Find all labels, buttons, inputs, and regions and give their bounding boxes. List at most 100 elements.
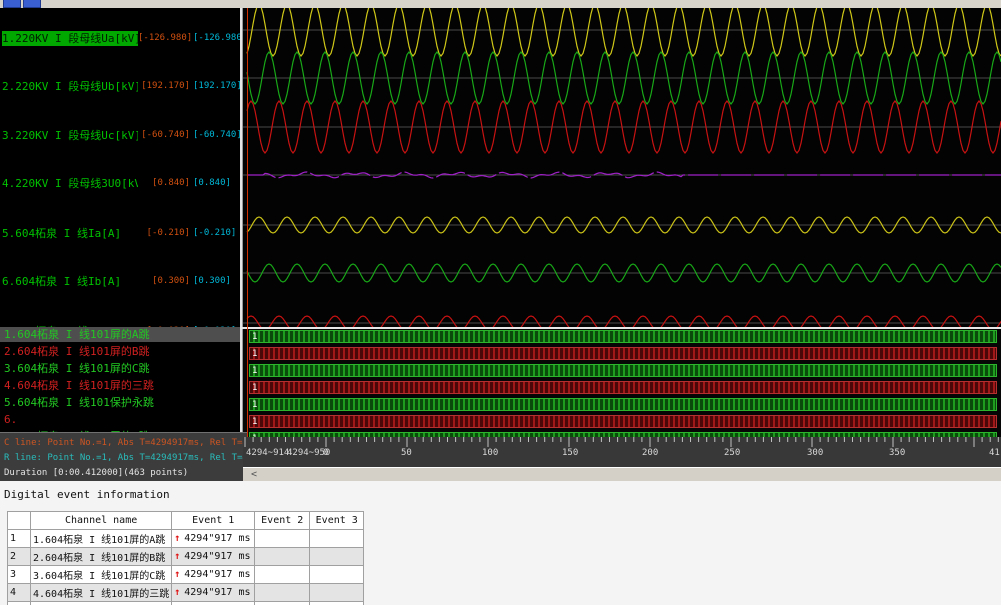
analog-channel-label: 1.220KV I 段母线Ua[kV] (2, 31, 138, 46)
ruler-time-label: 41 (989, 448, 1000, 458)
event-cell (255, 566, 310, 584)
event-cell: 3.604柘泉 I 线101屏的C跳 (31, 566, 172, 584)
digital-channel-label[interactable]: 2.604柘泉 I 线101屏的B跳 (0, 344, 240, 359)
cursor-value: [-60.740] (138, 128, 190, 143)
event-cell: 1 (8, 530, 31, 548)
digital-trace-bar: 1 (249, 415, 997, 428)
r-line-status: R line: Point No.=1, Abs T=4294917ms, Re… (4, 451, 247, 466)
event-cell (310, 566, 364, 584)
cursor-line[interactable] (247, 8, 248, 437)
analog-channel-row[interactable]: 1.220KV I 段母线Ua[kV][-126.980][-126.980] (0, 31, 240, 46)
rising-edge-arrow-icon: ↑ (174, 533, 180, 544)
digital-trace-bar: 1 (249, 364, 997, 377)
analog-waveforms (243, 8, 1001, 327)
analog-waveform-panel[interactable] (243, 8, 1001, 327)
analog-channel-row[interactable]: 5.604柘泉 I 线Ia[A][-0.210][-0.210] (0, 226, 240, 241)
toolbar-document-icon-2[interactable] (23, 0, 41, 8)
event-cell: 2 (8, 548, 31, 566)
time-ruler: 4294~9144294~95005010015020025030035041 (243, 437, 1001, 467)
event-cell (255, 548, 310, 566)
event-cell (310, 584, 364, 602)
event-table-row[interactable]: 55.604柘泉 I 线101保护永跳↑4294"917 ms (8, 602, 364, 605)
event-table: Channel nameEvent 1Event 2Event 3 11.604… (7, 511, 364, 605)
ruler-time-label: 0 (323, 448, 328, 458)
cursor-value: [0.300] (138, 274, 190, 289)
event-cell: 3 (8, 566, 31, 584)
digital-trace-bar: 1 (249, 347, 997, 360)
event-table-row[interactable]: 22.604柘泉 I 线101屏的B跳↑4294"917 ms (8, 548, 364, 566)
digital-channel-label[interactable]: 5.604柘泉 I 线101保护永跳 (0, 395, 240, 410)
event-cell (255, 602, 310, 605)
event-cell: ↑4294"917 ms (172, 566, 255, 584)
event-column-header (8, 512, 31, 530)
ruler-time-label: 150 (562, 448, 578, 458)
digital-trace-panel[interactable]: 1111111 (243, 329, 1001, 437)
analog-channel-label: 2.220KV I 段母线Ub[kV] (2, 79, 138, 94)
ref-value: [0.840] (193, 176, 240, 191)
digital-channel-label[interactable]: 3.604柘泉 I 线101屏的C跳 (0, 361, 240, 376)
scroll-left-arrow-icon[interactable]: < (251, 468, 257, 481)
oscillography-viewer-window: 1.220KV I 段母线Ua[kV][-126.980][-126.980]2… (0, 0, 1001, 605)
rising-edge-arrow-icon: ↑ (174, 569, 180, 580)
analog-channel-label: 3.220KV I 段母线Uc[kV] (2, 128, 138, 143)
ruler-ticks (243, 437, 1001, 467)
ref-value: [-0.210] (193, 226, 240, 241)
event-cell (255, 530, 310, 548)
analog-channel-row[interactable]: 2.220KV I 段母线Ub[kV][192.170][192.170] (0, 79, 240, 94)
ruler-time-label: 300 (807, 448, 823, 458)
event-column-header: Event 3 (310, 512, 364, 530)
event-table-header: Channel nameEvent 1Event 2Event 3 (8, 512, 364, 530)
event-cell: 4 (8, 584, 31, 602)
ref-value: [192.170] (193, 79, 240, 94)
event-table-row[interactable]: 33.604柘泉 I 线101屏的C跳↑4294"917 ms (8, 566, 364, 584)
ref-value: [-60.740] (193, 128, 240, 143)
horizontal-scrollbar[interactable]: < (243, 467, 1001, 481)
event-section: Digital event information Channel nameEv… (0, 481, 1001, 605)
analog-channel-row[interactable]: 6.604柘泉 I 线Ib[A][0.300][0.300] (0, 274, 240, 289)
digital-trace-bar: 1 (249, 330, 997, 343)
event-column-header: Event 2 (255, 512, 310, 530)
digital-channel-label[interactable]: 1.604柘泉 I 线101屏的A跳 (0, 327, 240, 342)
waveform-trace (247, 8, 1001, 56)
analog-channel-label: 6.604柘泉 I 线Ib[A] (2, 274, 138, 289)
event-cell: 2.604柘泉 I 线101屏的B跳 (31, 548, 172, 566)
cursor-value: [-0.210] (138, 226, 190, 241)
ruler-time-label: 350 (889, 448, 905, 458)
waveform-trace (247, 316, 1001, 327)
ref-value: [-126.980] (193, 31, 240, 46)
digital-channel-label[interactable]: 6. (0, 412, 240, 427)
ref-value: [0.300] (193, 274, 240, 289)
channel-list-panel: 1.220KV I 段母线Ua[kV][-126.980][-126.980]2… (0, 8, 240, 432)
event-table-row[interactable]: 11.604柘泉 I 线101屏的A跳↑4294"917 ms (8, 530, 364, 548)
analog-channel-label: 5.604柘泉 I 线Ia[A] (2, 226, 138, 241)
analog-channel-row[interactable]: 4.220KV I 段母线3U0[kV][0.840][0.840] (0, 176, 240, 191)
rising-edge-arrow-icon: ↑ (174, 587, 180, 598)
event-cell (255, 584, 310, 602)
ruler-time-label: 4294~914 (246, 448, 289, 458)
event-cell: 5 (8, 602, 31, 605)
analog-channel-label: 4.220KV I 段母线3U0[kV] (2, 176, 138, 191)
event-section-title: Digital event information (4, 488, 170, 501)
digital-channel-label[interactable]: 4.604柘泉 I 线101屏的三跳 (0, 378, 240, 393)
cursor-value: [192.170] (138, 79, 190, 94)
event-column-header: Channel name (31, 512, 172, 530)
c-line-status: C line: Point No.=1, Abs T=4294917ms, Re… (4, 436, 247, 451)
event-cell: ↑4294"917 ms (172, 584, 255, 602)
analog-channel-row[interactable]: 3.220KV I 段母线Uc[kV][-60.740][-60.740] (0, 128, 240, 143)
event-cell (310, 530, 364, 548)
event-cell: ↑4294"917 ms (172, 548, 255, 566)
event-cell: ↑4294"917 ms (172, 530, 255, 548)
event-cell (310, 602, 364, 605)
duration-status: Duration [0:00.412000](463 points) (4, 466, 247, 481)
event-cell: 1.604柘泉 I 线101屏的A跳 (31, 530, 172, 548)
event-column-header: Event 1 (172, 512, 255, 530)
toolbar-document-icon[interactable] (3, 0, 21, 8)
event-cell: 4.604柘泉 I 线101屏的三跳 (31, 584, 172, 602)
event-cell: ↑4294"917 ms (172, 602, 255, 605)
ruler-time-label: 250 (724, 448, 740, 458)
digital-trace-bar: 1 (249, 381, 997, 394)
event-table-row[interactable]: 44.604柘泉 I 线101屏的三跳↑4294"917 ms (8, 584, 364, 602)
event-cell (310, 548, 364, 566)
ruler-time-label: 200 (642, 448, 658, 458)
ruler-time-label: 50 (401, 448, 412, 458)
